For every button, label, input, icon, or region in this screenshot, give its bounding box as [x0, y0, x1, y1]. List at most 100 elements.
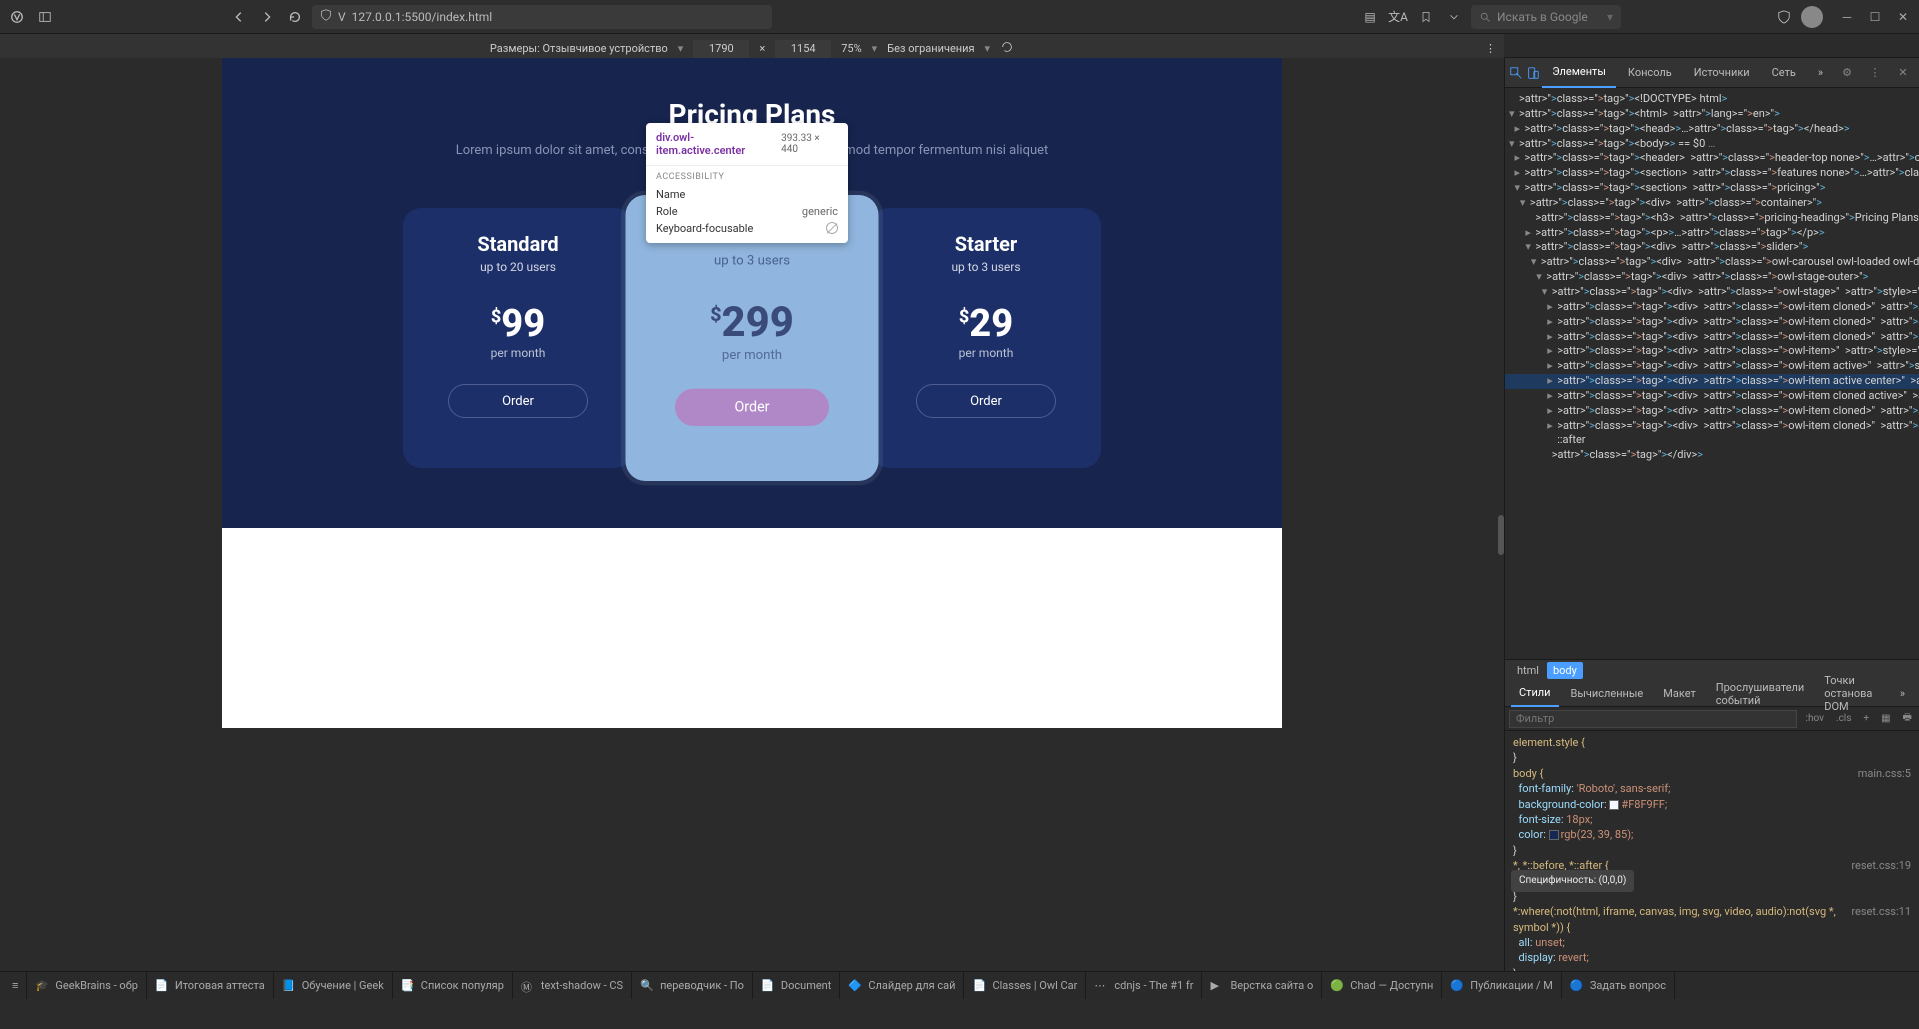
dom-tree-line[interactable]: ▸ >attr>">class>=">tag>"><section> >attr… [1505, 166, 1919, 181]
dom-tree-line[interactable]: ▾ >attr>">class>=">tag>"><div> >attr>">c… [1505, 285, 1919, 300]
order-button[interactable]: Order [916, 384, 1056, 418]
dom-tree-line[interactable]: ▾ >attr>">class>=">tag>"><body>> == $0 … [1505, 137, 1919, 152]
order-button[interactable]: Order [675, 389, 829, 426]
dom-tree-line[interactable]: ▸ >attr>">class>=">tag>"><div> >attr>">c… [1505, 404, 1919, 419]
taskbar-item[interactable]: 🔍переводчик - По [632, 972, 753, 999]
taskbar-item[interactable]: 🟢Chad — Доступн [1322, 972, 1442, 999]
panel-toggle-icon[interactable] [34, 6, 56, 28]
styles-filter-input[interactable] [1509, 710, 1797, 728]
taskbar-item[interactable]: 🔷Слайдер для сай [840, 972, 964, 999]
dom-tree-line[interactable]: ▸ >attr>">class>=">tag>"><div> >attr>">c… [1505, 344, 1919, 359]
card-per: per month [491, 346, 546, 360]
tab-layout[interactable]: Макет [1655, 681, 1704, 707]
taskbar-item[interactable]: ⋯cdnjs - The #1 fr [1086, 972, 1202, 999]
dom-tree-line[interactable]: >attr>">class>=">tag>"></div>> [1505, 448, 1919, 463]
tab-console[interactable]: Консоль [1618, 58, 1682, 88]
dom-tree-line[interactable]: ▸ >attr>">class>=">tag>"><div> >attr>">c… [1505, 374, 1919, 389]
throttle-select[interactable]: Без ограничения [887, 42, 974, 55]
box-model-icon[interactable]: ▦ [1878, 713, 1893, 724]
pricing-card-starter[interactable]: Starter up to 3 users $29 per month Orde… [871, 208, 1101, 468]
dom-tree-line[interactable]: ▸ >attr>">class>=">tag>"><div> >attr>">c… [1505, 300, 1919, 315]
tab-more-icon[interactable]: » [1808, 58, 1833, 88]
resize-handle[interactable] [1498, 515, 1504, 555]
dom-tree-line[interactable]: ▸ >attr>">class>=">tag>"><div> >attr>">c… [1505, 330, 1919, 345]
kebab-icon[interactable]: ⋮ [1863, 61, 1887, 85]
device-icon[interactable] [1526, 61, 1541, 85]
dom-tree-line[interactable]: ▸ >attr>">class>=">tag>"><p>>…>attr>">cl… [1505, 226, 1919, 241]
dom-tree-line[interactable]: ▸ >attr>">class>=">tag>"><header> >attr>… [1505, 151, 1919, 166]
dom-tree-line[interactable]: ▸ >attr>">class>=">tag>"><head>>…>attr>"… [1505, 122, 1919, 137]
print-icon[interactable]: 🖶 [1900, 710, 1915, 727]
viewport-height-input[interactable] [775, 40, 831, 58]
reload-icon[interactable] [284, 6, 306, 28]
taskbar-item[interactable]: 🎓GeekBrains - обр [27, 972, 146, 999]
tab-network[interactable]: Сеть [1762, 58, 1806, 88]
taskbar-item[interactable]: 📄Classes | Owl Car [964, 972, 1086, 999]
dom-tree-line[interactable]: ▾ >attr>">class>=">tag>"><section> >attr… [1505, 181, 1919, 196]
kebab-menu-icon[interactable]: ⋮ [1485, 42, 1496, 55]
card-price: $299 [710, 298, 794, 346]
taskbar-item[interactable]: Ⓜtext-shadow - CS [513, 972, 632, 999]
dom-tree-line[interactable]: ▸ >attr>">class>=">tag>"><div> >attr>">c… [1505, 389, 1919, 404]
dom-tree-line[interactable]: ▾ >attr>">class>=">tag>"><div> >attr>">c… [1505, 270, 1919, 285]
tab-computed[interactable]: Вычисленные [1563, 681, 1652, 707]
styles-body[interactable]: element.style {}body {main.css:5 font-fa… [1505, 731, 1919, 971]
device-select[interactable]: Размеры: Отзывчивое устройство [490, 42, 668, 55]
zoom-select[interactable]: 75% [841, 42, 861, 55]
dom-tree-line[interactable]: ▾ >attr>">class>=">tag>"><div> >attr>">c… [1505, 255, 1919, 270]
breadcrumb-body[interactable]: body [1547, 662, 1583, 679]
close-icon[interactable]: ✕ [1891, 61, 1915, 85]
inspect-icon[interactable] [1509, 61, 1524, 85]
tab-dom-breakpoints[interactable]: Точки останова DOM [1816, 681, 1888, 707]
tab-more-icon[interactable]: » [1892, 681, 1913, 707]
search-bar[interactable]: Искать в Google ▾ [1471, 5, 1621, 29]
vivaldi-logo-icon[interactable] [6, 6, 28, 28]
rotate-icon[interactable] [1000, 40, 1014, 57]
hov-toggle[interactable]: :hov [1803, 713, 1827, 724]
gear-icon[interactable]: ⚙ [1835, 61, 1859, 85]
taskbar-item[interactable]: 📄Итоговая аттеста [147, 972, 274, 999]
cls-toggle[interactable]: .cls [1833, 713, 1854, 724]
dom-tree-line[interactable]: ▾ >attr>">class>=">tag>"><div> >attr>">c… [1505, 196, 1919, 211]
dom-tree-line[interactable]: ▸ >attr>">class>=">tag>"><div> >attr>">c… [1505, 359, 1919, 374]
new-rule-icon[interactable]: + [1860, 713, 1872, 724]
menu-icon[interactable]: ≡ [4, 972, 27, 999]
viewport-width-input[interactable] [693, 40, 749, 58]
reader-icon[interactable]: ▤ [1359, 6, 1381, 28]
tracking-shield-icon[interactable] [1773, 6, 1795, 28]
tab-sources[interactable]: Источники [1684, 58, 1760, 88]
url-bar[interactable]: V 127.0.0.1:5500/index.html [312, 5, 772, 29]
tab-styles[interactable]: Стили [1511, 681, 1559, 707]
window-close-icon[interactable]: ✕ [1893, 7, 1913, 27]
taskbar-item[interactable]: 📑Список популяр [393, 972, 513, 999]
breadcrumb-html[interactable]: html [1511, 662, 1545, 679]
dom-tree-line[interactable]: ▸ >attr>">class>=">tag>"><div> >attr>">c… [1505, 315, 1919, 330]
tab-listeners[interactable]: Прослушиватели событий [1708, 681, 1812, 707]
dom-tree-line[interactable]: ▾ >attr>">class>=">tag>"><html> >attr>">… [1505, 107, 1919, 122]
pricing-card-standard[interactable]: Standard up to 20 users $99 per month Or… [403, 208, 633, 468]
taskbar-item[interactable]: 📘Обучение | Geek [274, 972, 393, 999]
nav-back-icon[interactable] [228, 6, 250, 28]
translate-icon[interactable]: 文A [1387, 6, 1409, 28]
elements-tree[interactable]: >attr>">class>=">tag>"><!DOCTYPE> html>▾… [1505, 88, 1919, 659]
profile-avatar[interactable] [1801, 6, 1823, 28]
window-maximize-icon[interactable]: ☐ [1865, 7, 1885, 27]
bookmark-icon[interactable] [1415, 6, 1437, 28]
chevron-down-icon[interactable] [1443, 6, 1465, 28]
dom-tree-line[interactable]: ::after [1505, 433, 1919, 448]
card-sub: up to 3 users [714, 252, 790, 267]
no-icon [826, 222, 838, 234]
window-minimize-icon[interactable]: ─ [1837, 7, 1857, 27]
taskbar-item[interactable]: 🔵Публикации / М [1442, 972, 1562, 999]
dom-tree-line[interactable]: >attr>">class>=">tag>"><!DOCTYPE> html> [1505, 92, 1919, 107]
dom-tree-line[interactable]: ▾ >attr>">class>=">tag>"><div> >attr>">c… [1505, 240, 1919, 255]
order-button[interactable]: Order [448, 384, 588, 418]
dom-tree-line[interactable]: ▸ >attr>">class>=">tag>"><div> >attr>">c… [1505, 419, 1919, 434]
tab-elements[interactable]: Элементы [1542, 58, 1616, 88]
taskbar-item[interactable]: ▶Верстка сайта о [1202, 972, 1322, 999]
dom-tree-line[interactable]: >attr>">class>=">tag>"><h3> >attr>">clas… [1505, 211, 1919, 226]
taskbar-item[interactable]: 📄Document [753, 972, 840, 999]
taskbar-item[interactable]: 🔵Задать вопрос [1562, 972, 1675, 999]
search-placeholder: Искать в Google [1497, 10, 1588, 24]
nav-forward-icon[interactable] [256, 6, 278, 28]
